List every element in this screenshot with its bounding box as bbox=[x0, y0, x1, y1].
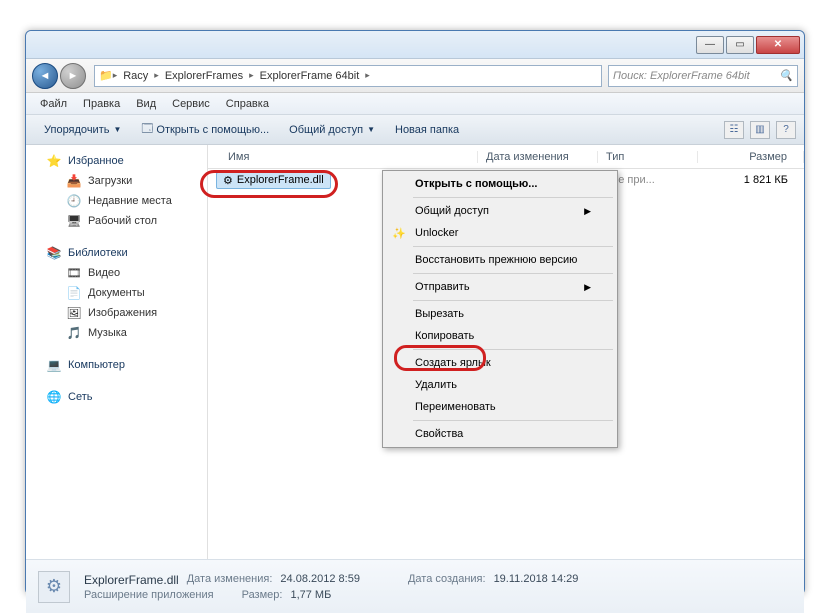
pictures-icon: 🖼 bbox=[66, 305, 82, 321]
navigation-pane: ⭐Избранное 📥Загрузки 🕘Недавние места 🖥Ра… bbox=[26, 145, 208, 559]
menu-help[interactable]: Справка bbox=[218, 98, 277, 110]
downloads-icon: 📥 bbox=[66, 173, 82, 189]
menu-view[interactable]: Вид bbox=[128, 98, 164, 110]
search-input[interactable]: Поиск: ExplorerFrame 64bit 🔍 bbox=[608, 65, 798, 87]
ctx-copy[interactable]: Копировать bbox=[385, 325, 615, 347]
file-size: 1 821 КБ bbox=[698, 174, 804, 186]
sidebar-favorites[interactable]: ⭐Избранное bbox=[26, 151, 207, 171]
ctx-unlocker[interactable]: ✨Unlocker bbox=[385, 222, 615, 244]
menu-edit[interactable]: Правка bbox=[75, 98, 128, 110]
folder-icon: 📁 bbox=[99, 69, 113, 82]
sidebar-recent[interactable]: 🕘Недавние места bbox=[26, 191, 207, 211]
sidebar-network[interactable]: 🌐Сеть bbox=[26, 387, 207, 407]
sidebar-videos[interactable]: 🎞Видео bbox=[26, 263, 207, 283]
search-placeholder: Поиск: ExplorerFrame 64bit bbox=[613, 70, 750, 82]
share-button[interactable]: Общий доступ▼ bbox=[279, 115, 385, 144]
breadcrumb[interactable]: 📁 ▸ Racy▸ ExplorerFrames▸ ExplorerFrame … bbox=[94, 65, 602, 87]
ctx-restore[interactable]: Восстановить прежнюю версию bbox=[385, 249, 615, 271]
ctx-cut[interactable]: Вырезать bbox=[385, 303, 615, 325]
sidebar-desktop[interactable]: 🖥Рабочий стол bbox=[26, 211, 207, 231]
music-icon: 🎵 bbox=[66, 325, 82, 341]
close-button[interactable]: ✕ bbox=[756, 36, 800, 54]
ctx-create-shortcut[interactable]: Создать ярлык bbox=[385, 352, 615, 374]
titlebar: — ▭ ✕ bbox=[26, 31, 804, 59]
documents-icon: 📄 bbox=[66, 285, 82, 301]
context-menu: Открыть с помощью... Общий доступ▶ ✨Unlo… bbox=[382, 170, 618, 448]
menu-file[interactable]: Файл bbox=[32, 98, 75, 110]
maximize-button[interactable]: ▭ bbox=[726, 36, 754, 54]
details-pane: ⚙ ExplorerFrame.dll Дата изменения: 24.0… bbox=[26, 559, 804, 613]
network-icon: 🌐 bbox=[46, 389, 62, 405]
ctx-properties[interactable]: Свойства bbox=[385, 423, 615, 445]
recent-icon: 🕘 bbox=[66, 193, 82, 209]
sidebar-pictures[interactable]: 🖼Изображения bbox=[26, 303, 207, 323]
breadcrumb-item[interactable]: ExplorerFrames bbox=[159, 70, 249, 82]
status-filename: ExplorerFrame.dll bbox=[84, 573, 179, 587]
ctx-send-to[interactable]: Отправить▶ bbox=[385, 276, 615, 298]
sidebar-documents[interactable]: 📄Документы bbox=[26, 283, 207, 303]
search-icon: 🔍 bbox=[779, 69, 793, 82]
breadcrumb-item[interactable]: Racy bbox=[117, 70, 154, 82]
minimize-button[interactable]: — bbox=[696, 36, 724, 54]
toolbar: Упорядочить▼ 🗔 Открыть с помощью... Общи… bbox=[26, 115, 804, 145]
sidebar-downloads[interactable]: 📥Загрузки bbox=[26, 171, 207, 191]
forward-button[interactable]: ► bbox=[60, 63, 86, 89]
file-name: ExplorerFrame.dll bbox=[237, 174, 324, 186]
col-type[interactable]: Тип bbox=[598, 151, 698, 163]
ctx-open-with[interactable]: Открыть с помощью... bbox=[385, 173, 615, 195]
back-button[interactable]: ◄ bbox=[32, 63, 58, 89]
ctx-rename[interactable]: Переименовать bbox=[385, 396, 615, 418]
col-size[interactable]: Размер bbox=[698, 151, 804, 163]
menu-tools[interactable]: Сервис bbox=[164, 98, 218, 110]
status-desc: Расширение приложения bbox=[84, 589, 214, 601]
wand-icon: ✨ bbox=[391, 225, 407, 241]
dll-icon: ⚙ bbox=[223, 174, 233, 187]
help-icon[interactable]: ? bbox=[776, 121, 796, 139]
navigation-bar: ◄ ► 📁 ▸ Racy▸ ExplorerFrames▸ ExplorerFr… bbox=[26, 59, 804, 93]
ctx-share[interactable]: Общий доступ▶ bbox=[385, 200, 615, 222]
new-folder-button[interactable]: Новая папка bbox=[385, 115, 469, 144]
file-thumbnail-icon: ⚙ bbox=[38, 571, 70, 603]
video-icon: 🎞 bbox=[66, 265, 82, 281]
col-date[interactable]: Дата изменения bbox=[478, 151, 598, 163]
menubar: Файл Правка Вид Сервис Справка bbox=[26, 93, 804, 115]
desktop-icon: 🖥 bbox=[66, 213, 82, 229]
view-options-icon[interactable]: ☷ bbox=[724, 121, 744, 139]
ctx-delete[interactable]: Удалить bbox=[385, 374, 615, 396]
sidebar-libraries[interactable]: 📚Библиотеки bbox=[26, 243, 207, 263]
app-icon: 🗔 bbox=[141, 120, 153, 139]
star-icon: ⭐ bbox=[46, 153, 62, 169]
libraries-icon: 📚 bbox=[46, 245, 62, 261]
sidebar-computer[interactable]: 💻Компьютер bbox=[26, 355, 207, 375]
breadcrumb-item[interactable]: ExplorerFrame 64bit bbox=[254, 70, 366, 82]
organize-button[interactable]: Упорядочить▼ bbox=[34, 115, 131, 144]
col-name[interactable]: Имя bbox=[208, 151, 478, 163]
preview-pane-icon[interactable]: ▥ bbox=[750, 121, 770, 139]
open-with-button[interactable]: 🗔 Открыть с помощью... bbox=[131, 115, 279, 144]
sidebar-music[interactable]: 🎵Музыка bbox=[26, 323, 207, 343]
column-headers: Имя Дата изменения Тип Размер bbox=[208, 145, 804, 169]
computer-icon: 💻 bbox=[46, 357, 62, 373]
